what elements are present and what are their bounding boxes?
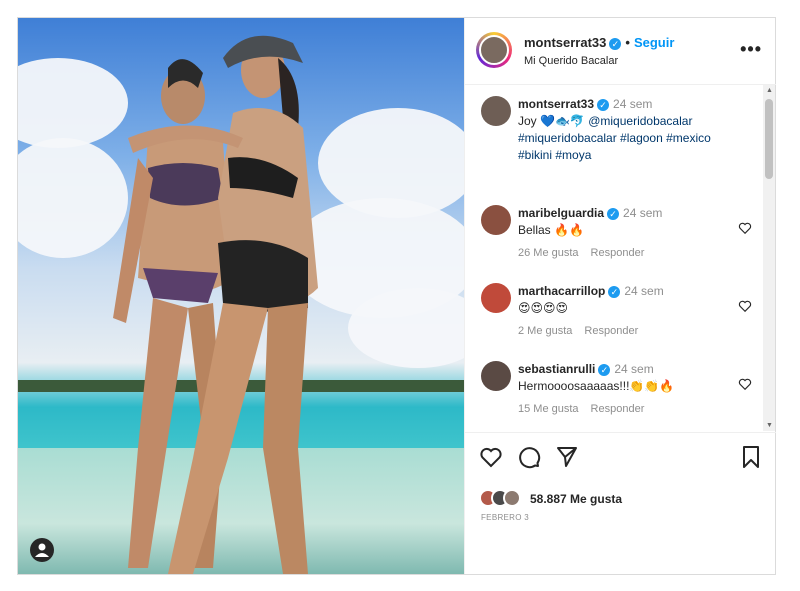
people-silhouette bbox=[113, 35, 318, 574]
liker-avatar bbox=[503, 489, 521, 507]
avatar[interactable] bbox=[481, 361, 511, 391]
comment-text: 😍😍😍😍 bbox=[518, 301, 569, 315]
heart-icon[interactable] bbox=[738, 299, 752, 313]
comment-body: marthacarrillop ✓ 24 sem 😍😍😍😍 2 Me gusta Re… bbox=[518, 283, 728, 340]
share-send-icon[interactable] bbox=[555, 445, 579, 469]
reply-button[interactable]: Responder bbox=[591, 247, 645, 259]
instagram-post: montserrat33 ✓ • Seguir Mi Querido Bacalar … bbox=[17, 17, 776, 575]
like-heart-icon[interactable] bbox=[479, 445, 503, 469]
avatar[interactable] bbox=[481, 205, 511, 235]
separator-dot: • bbox=[625, 35, 630, 50]
comment-text: Bellas 🔥🔥 bbox=[518, 223, 584, 237]
comment-meta: 2 Me gusta Responder bbox=[518, 323, 728, 340]
post-sidebar: montserrat33 ✓ • Seguir Mi Querido Bacalar … bbox=[464, 18, 776, 574]
comment-text: Hermoooosaaaaas!!!👏👏🔥 bbox=[518, 379, 675, 393]
comment-body: maribelguardia ✓ 24 sem Bellas 🔥🔥 26 Me gu… bbox=[518, 205, 728, 262]
comment-time: 24 sem bbox=[614, 362, 654, 376]
caption-body: montserrat33 ✓ 24 sem Joy 💙🐟🐬 @miqueridoba… bbox=[518, 96, 758, 164]
caption-username[interactable]: montserrat33 bbox=[518, 97, 594, 111]
comment-meta: 26 Me gusta Responder bbox=[518, 245, 728, 262]
comment-body: sebastianrulli ✓ 24 sem Hermoooosaaaaas!!!… bbox=[518, 361, 728, 418]
comment-likes[interactable]: 26 Me gusta bbox=[518, 247, 579, 259]
comment-item: marthacarrillop ✓ 24 sem 😍😍😍😍 2 Me gusta Re… bbox=[481, 283, 756, 343]
verified-badge-icon: ✓ bbox=[608, 285, 621, 298]
comment-meta: 15 Me gusta Responder bbox=[518, 401, 728, 418]
author-username[interactable]: montserrat33 bbox=[524, 35, 606, 50]
author-line: montserrat33 ✓ • Seguir bbox=[524, 35, 674, 50]
comment-bubble-icon[interactable] bbox=[517, 445, 541, 469]
comments-scrollbar[interactable]: ▲ ▼ bbox=[763, 85, 775, 431]
more-icon[interactable]: ••• bbox=[740, 39, 762, 60]
post-date: FEBRERO 3 bbox=[481, 513, 530, 522]
scroll-down-icon[interactable]: ▼ bbox=[766, 422, 773, 429]
scrollbar-thumb[interactable] bbox=[765, 99, 773, 179]
post-header: montserrat33 ✓ • Seguir Mi Querido Bacalar … bbox=[465, 18, 776, 85]
comment-item: sebastianrulli ✓ 24 sem Hermoooosaaaaas!!!… bbox=[481, 361, 756, 421]
bookmark-icon[interactable] bbox=[739, 445, 763, 469]
post-photo[interactable] bbox=[18, 18, 464, 574]
location-link[interactable]: Mi Querido Bacalar bbox=[524, 55, 618, 67]
verified-badge-icon: ✓ bbox=[598, 363, 611, 376]
scroll-up-icon[interactable]: ▲ bbox=[766, 87, 773, 94]
user-tags-icon[interactable] bbox=[30, 538, 54, 562]
caption-text: Joy bbox=[518, 114, 537, 128]
comment-likes[interactable]: 2 Me gusta bbox=[518, 325, 572, 337]
comments-list[interactable]: montserrat33 ✓ 24 sem Joy 💙🐟🐬 @miqueridoba… bbox=[465, 85, 762, 431]
avatar[interactable] bbox=[481, 283, 511, 313]
caption-time: 24 sem bbox=[613, 97, 653, 111]
verified-badge-icon: ✓ bbox=[607, 207, 620, 220]
author-avatar[interactable] bbox=[476, 32, 512, 68]
comment-username[interactable]: marthacarrillop bbox=[518, 284, 605, 298]
mention-link[interactable]: @miqueridobacalar bbox=[588, 114, 692, 128]
heart-icon[interactable] bbox=[738, 221, 752, 235]
comment-username[interactable]: maribelguardia bbox=[518, 206, 604, 220]
hashtags-line-2[interactable]: #bikini #moya bbox=[518, 148, 591, 162]
person-icon bbox=[35, 543, 49, 557]
hashtags-line-1[interactable]: #miqueridobacalar #lagoon #mexico bbox=[518, 131, 711, 145]
heart-icon[interactable] bbox=[738, 377, 752, 391]
comment-time: 24 sem bbox=[623, 206, 663, 220]
caption-emoji: 💙🐟🐬 bbox=[540, 114, 585, 128]
comment-item: maribelguardia ✓ 24 sem Bellas 🔥🔥 26 Me gu… bbox=[481, 205, 756, 265]
comment-time: 24 sem bbox=[624, 284, 664, 298]
avatar[interactable] bbox=[481, 96, 511, 126]
comment-username[interactable]: sebastianrulli bbox=[518, 362, 595, 376]
verified-badge-icon: ✓ bbox=[609, 37, 622, 50]
reply-button[interactable]: Responder bbox=[584, 325, 638, 337]
follow-button[interactable]: Seguir bbox=[634, 35, 674, 50]
verified-badge-icon: ✓ bbox=[597, 98, 610, 111]
caption: montserrat33 ✓ 24 sem Joy 💙🐟🐬 @miqueridoba… bbox=[481, 96, 756, 176]
reply-button[interactable]: Responder bbox=[591, 403, 645, 415]
like-count[interactable]: 58.887 Me gusta bbox=[530, 492, 622, 506]
post-actions: 58.887 Me gusta FEBRERO 3 bbox=[465, 432, 776, 575]
comment-likes[interactable]: 15 Me gusta bbox=[518, 403, 579, 415]
